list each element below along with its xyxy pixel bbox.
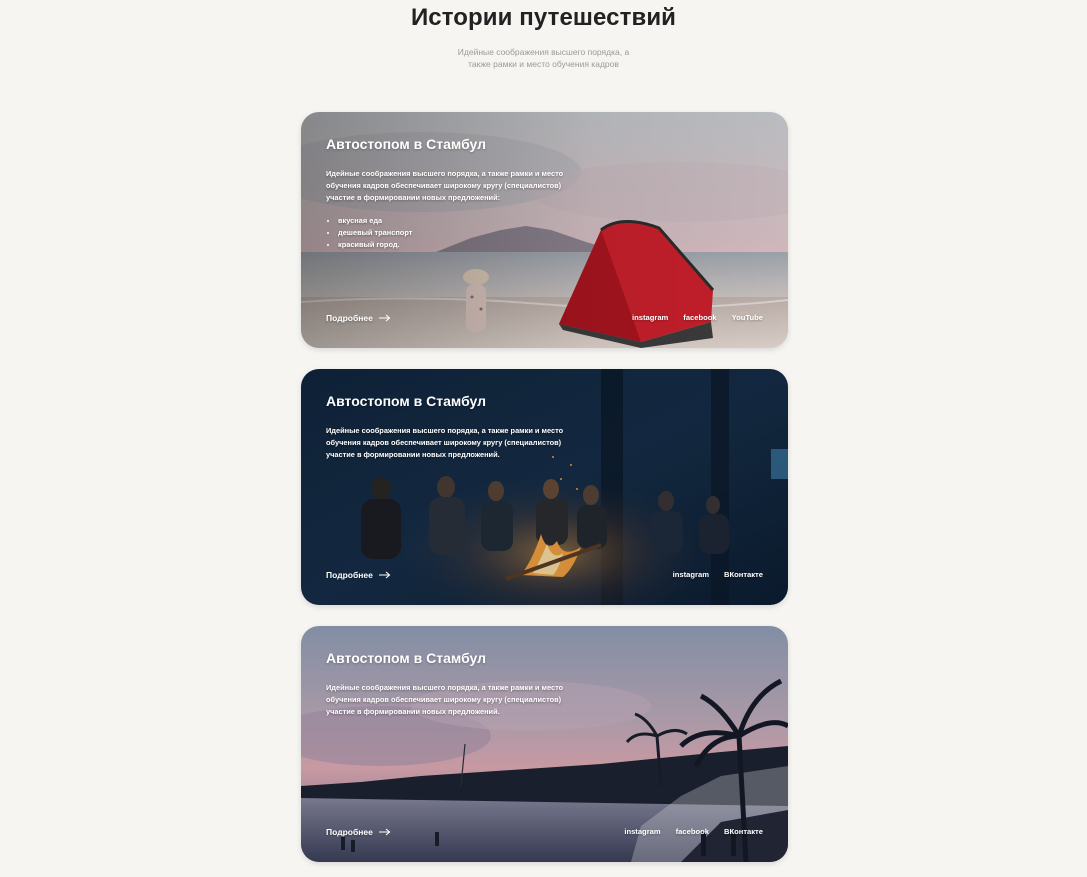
facebook-link[interactable]: facebook [676,827,709,836]
story-card-1: Автостопом в Стамбул Идейные соображения… [301,112,788,348]
more-link[interactable]: Подробнее [326,570,391,580]
page-subtitle: Идейные соображения высшего порядка, а т… [0,46,1087,70]
arrow-right-icon [378,314,391,322]
list-item: дешевый транспорт [338,227,566,239]
card-text: Идейные соображения высшего порядка, а т… [326,169,564,202]
card-text: Идейные соображения высшего порядка, а т… [326,426,564,459]
list-item: красивый город. [338,239,566,251]
arrow-right-icon [378,571,391,579]
arrow-right-icon [378,828,391,836]
page-title: Истории путешествий [410,4,677,31]
vkontakte-link[interactable]: ВКонтакте [724,827,763,836]
more-link[interactable]: Подробнее [326,827,391,837]
instagram-link[interactable]: instagram [624,827,660,836]
social-links: instagram ВКонтакте [673,570,763,579]
story-card-2: Автостопом в Стамбул Идейные соображения… [301,369,788,605]
list-item: вкусная еда [338,215,566,227]
card-title: Автостопом в Стамбул [326,136,487,152]
card-content: Автостопом в Стамбул Идейные соображения… [326,650,566,717]
page-subtitle-line-2: также рамки и место обучения кадров [468,59,619,69]
card-content: Автостопом в Стамбул Идейные соображения… [326,136,566,251]
page: Истории путешествий Идейные соображения … [0,0,1087,877]
social-links: instagram facebook ВКонтакте [624,827,763,836]
social-links: instagram facebook YouTube [632,313,763,322]
youtube-link[interactable]: YouTube [732,313,763,322]
more-link[interactable]: Подробнее [326,313,391,323]
more-link-label: Подробнее [326,313,373,323]
more-link-label: Подробнее [326,570,373,580]
more-link-label: Подробнее [326,827,373,837]
facebook-link[interactable]: facebook [683,313,716,322]
story-card-3: Автостопом в Стамбул Идейные соображения… [301,626,788,862]
page-subtitle-line-1: Идейные соображения высшего порядка, а [457,47,630,57]
card-title: Автостопом в Стамбул [326,393,487,409]
card-feature-list: вкусная еда дешевый транспорт красивый г… [326,215,566,251]
card-title: Автостопом в Стамбул [326,650,487,666]
instagram-link[interactable]: instagram [632,313,668,322]
instagram-link[interactable]: instagram [673,570,709,579]
card-content: Автостопом в Стамбул Идейные соображения… [326,393,566,460]
card-text: Идейные соображения высшего порядка, а т… [326,683,564,716]
vkontakte-link[interactable]: ВКонтакте [724,570,763,579]
